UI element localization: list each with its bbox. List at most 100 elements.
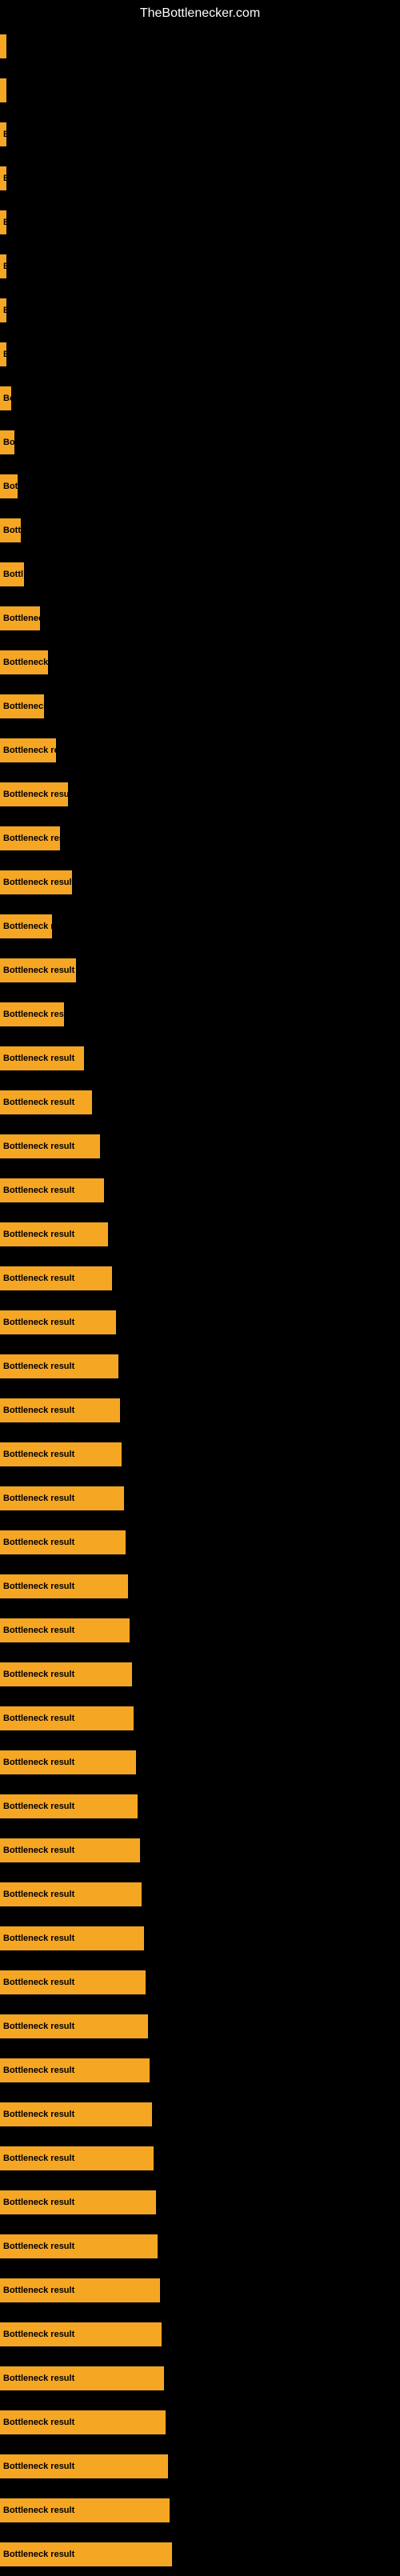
bar-row: Bottleneck result xyxy=(0,1256,400,1300)
bar: Bottleneck result xyxy=(0,1486,124,1510)
bar-row: Bottleneck result xyxy=(0,1124,400,1168)
bar-label: Bottleneck result xyxy=(3,1582,74,1591)
bar-row: Bottleneck result xyxy=(0,2180,400,2224)
bar: Bottleneck result xyxy=(0,1398,120,1422)
bar: Bottleneck res xyxy=(0,650,48,674)
bar-row: B xyxy=(0,288,400,332)
bar-label: E xyxy=(3,130,6,139)
bar xyxy=(0,78,6,102)
bar-row: Bottleneck result xyxy=(0,2444,400,2488)
bar: Bottleneck result xyxy=(0,1178,104,1202)
bar-row: Bottleneck result xyxy=(0,1740,400,1784)
bar-row: E xyxy=(0,112,400,156)
bar-row: Bottleneck result xyxy=(0,1784,400,1828)
bar-row: Bottl xyxy=(0,552,400,596)
bar-row: Bottleneck result xyxy=(0,1432,400,1476)
bar-row: E xyxy=(0,200,400,244)
bar-label: Bottleneck result xyxy=(3,790,68,799)
bar-row: Bottleneck result xyxy=(0,2092,400,2136)
bar: Bottleneck result xyxy=(0,1838,140,1862)
bar-row: Bottleneck result xyxy=(0,1564,400,1608)
bar-label: Bottleneck result xyxy=(3,2154,74,2163)
bar-label: Bot xyxy=(3,482,18,491)
bar: Bottleneck result xyxy=(0,1970,146,1994)
bar-label: B xyxy=(3,306,6,315)
bar-label: B xyxy=(3,262,6,271)
bar-label: Bottleneck result xyxy=(3,2286,74,2295)
bar-row: Bottleneck result xyxy=(0,948,400,992)
bar: Bot xyxy=(0,474,18,498)
bar-row: Bottleneck result xyxy=(0,1080,400,1124)
bar: Bo xyxy=(0,430,14,454)
bar: Bottleneck result xyxy=(0,1134,100,1158)
bar: Bottleneck xyxy=(0,694,44,718)
bar-row: Bottleneck result xyxy=(0,1916,400,1960)
bar-label: Bottleneck result xyxy=(3,2462,74,2471)
bar: Bottl xyxy=(0,562,24,586)
bar-row: Bottleneck xyxy=(0,684,400,728)
bar: Bottlenec xyxy=(0,606,40,630)
bar: Bottleneck result xyxy=(0,782,68,806)
bar: Bottleneck result xyxy=(0,2190,156,2214)
bar-row: Bottleneck result xyxy=(0,1608,400,1652)
bar-row: Bottleneck result xyxy=(0,2224,400,2268)
bar-row: Bottleneck result xyxy=(0,1344,400,1388)
bar-row: Bottleneck result xyxy=(0,1036,400,1080)
bar-label: Bottleneck result xyxy=(3,2022,74,2031)
bar: Bottleneck result xyxy=(0,2322,162,2346)
bars-container: E E E B B B Bo Bo Bot Bott Bottl Bottlenec Bottlenec… xyxy=(0,24,400,2576)
bar: Bottleneck result xyxy=(0,2542,172,2566)
bar-label: Bott xyxy=(3,526,21,535)
bar-label: Bottleneck result xyxy=(3,1758,74,1767)
bar-label: Bottleneck result xyxy=(3,1978,74,1987)
bar-label: Bottleneck result xyxy=(3,1098,74,1107)
bar-label: Bottleneck res xyxy=(3,658,48,667)
bar-row: Bottleneck resu xyxy=(0,816,400,860)
bar: Bottleneck result xyxy=(0,2498,170,2522)
bar: Bottleneck result xyxy=(0,2102,152,2126)
bar-row: Bottleneck result xyxy=(0,2400,400,2444)
bar-label: Bottleneck result xyxy=(3,2506,74,2515)
bar-row: Bottleneck result xyxy=(0,2312,400,2356)
bar-label: Bottl xyxy=(3,570,23,579)
bar-label: Bottleneck result xyxy=(3,2330,74,2339)
bar-row: Bottleneck resu xyxy=(0,992,400,1036)
bar: Bottleneck result xyxy=(0,870,72,894)
bar-label: Bottleneck result xyxy=(3,2066,74,2075)
bar-label: B xyxy=(3,350,6,359)
bar-label: Bottleneck res xyxy=(3,922,52,931)
bar-row: Bottleneck result xyxy=(0,2048,400,2092)
bar-row: Bottleneck result xyxy=(0,1168,400,1212)
site-title: TheBottlenecker.com xyxy=(0,0,400,27)
bar: Bottleneck result xyxy=(0,2410,166,2434)
bar-label: Bottleneck result xyxy=(3,878,72,887)
bar-row: Bott xyxy=(0,508,400,552)
bar-label: Bottleneck result xyxy=(3,1626,74,1635)
bar-label: Bottleneck result xyxy=(3,2198,74,2207)
bar: Bottleneck result xyxy=(0,1662,132,1686)
bar-row: Bottleneck result xyxy=(0,1828,400,1872)
bar-row: Bottleneck result xyxy=(0,1476,400,1520)
bar-row: Bottleneck result xyxy=(0,2532,400,2576)
bar-row: Bottlenec xyxy=(0,596,400,640)
bar-label: Bo xyxy=(3,438,14,447)
bar-label: Bottleneck result xyxy=(3,1406,74,1415)
bar-label: Bottleneck result xyxy=(3,1054,74,1063)
bar: B xyxy=(0,298,6,322)
bar: B xyxy=(0,342,6,366)
bar: Bottleneck result xyxy=(0,1706,134,1730)
bar: Bottleneck result xyxy=(0,2454,168,2478)
bar-label: E xyxy=(3,174,6,183)
bar-label: Bottleneck result xyxy=(3,2374,74,2383)
bar-label: Bottleneck result xyxy=(3,1274,74,1283)
bar: Bottleneck result xyxy=(0,2366,164,2390)
bar-label: Bottleneck result xyxy=(3,1186,74,1195)
bar-label: Bo xyxy=(3,394,11,403)
bar: Bottleneck result xyxy=(0,1794,138,1818)
bar-row: Bottleneck res xyxy=(0,640,400,684)
bar-label: Bottleneck result xyxy=(3,1714,74,1723)
bar-row: Bottleneck result xyxy=(0,1696,400,1740)
bar: B xyxy=(0,254,6,278)
bar-row: Bottleneck result xyxy=(0,2136,400,2180)
bar-label: Bottleneck result xyxy=(3,1494,74,1503)
